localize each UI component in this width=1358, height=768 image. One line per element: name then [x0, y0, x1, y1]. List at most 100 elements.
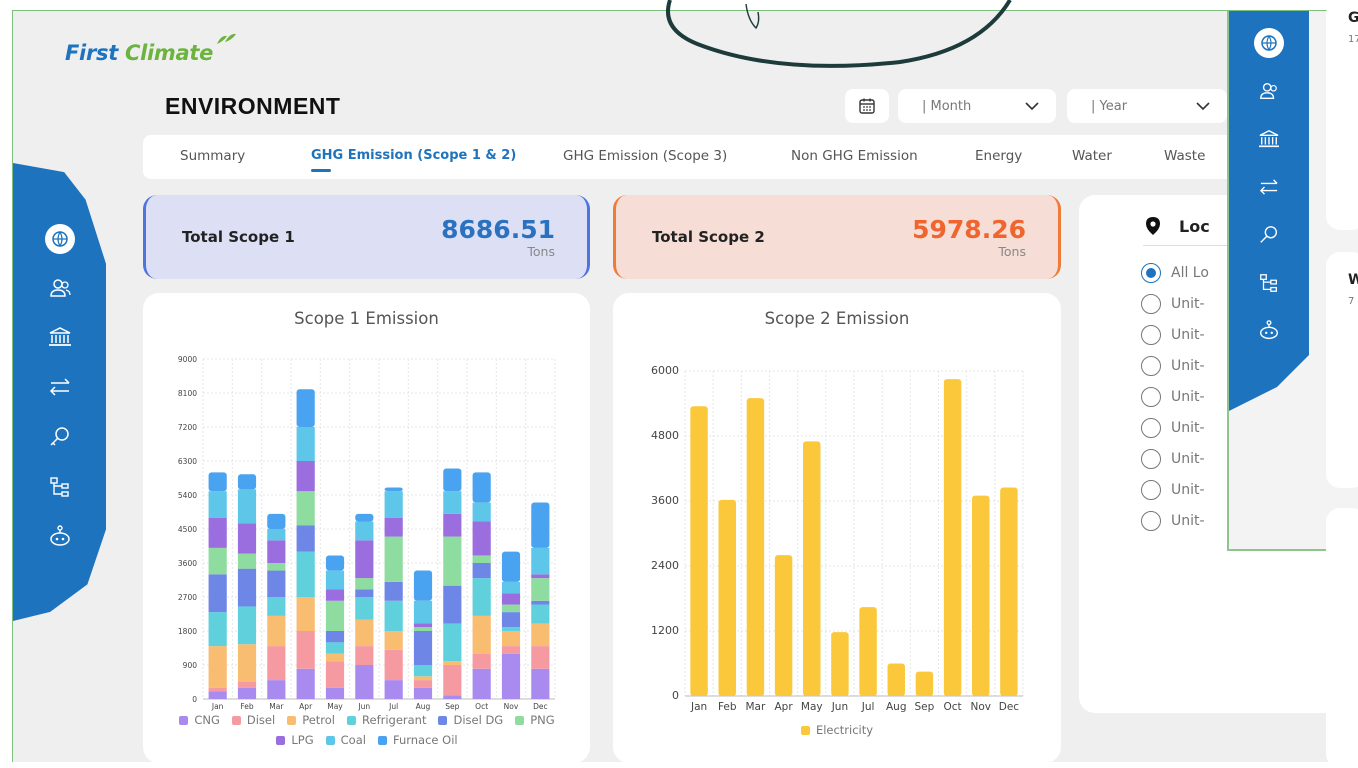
month-select[interactable]: | Month	[898, 89, 1056, 123]
bar-segment[interactable]	[531, 668, 550, 699]
bar-segment[interactable]	[472, 668, 491, 699]
bar-segment[interactable]	[208, 612, 227, 647]
leaf-key-icon[interactable]	[46, 423, 74, 451]
location-option[interactable]: All Lo	[1141, 263, 1209, 283]
bar-segment[interactable]	[413, 631, 433, 665]
bar-segment[interactable]	[267, 570, 286, 597]
year-select[interactable]: | Year	[1067, 89, 1227, 123]
bar-segment[interactable]	[831, 632, 849, 696]
bar-stack[interactable]	[887, 663, 905, 697]
bar-segment[interactable]	[208, 574, 227, 613]
bar-segment[interactable]	[443, 468, 462, 492]
radio-button[interactable]	[1141, 511, 1161, 531]
bar-segment[interactable]	[325, 687, 345, 699]
bar-segment[interactable]	[237, 606, 257, 645]
bar-segment[interactable]	[355, 513, 374, 522]
bar-segment[interactable]	[531, 547, 550, 575]
transfer-icon[interactable]	[46, 373, 74, 401]
bar-segment[interactable]	[472, 563, 491, 579]
bar-segment[interactable]	[384, 581, 403, 601]
bar-segment[interactable]	[355, 646, 374, 665]
bar-segment[interactable]	[443, 665, 462, 696]
bar-segment[interactable]	[237, 682, 257, 688]
bar-stack[interactable]	[237, 474, 257, 699]
bar-stack[interactable]	[531, 502, 550, 699]
bar-segment[interactable]	[413, 600, 433, 624]
bar-segment[interactable]	[531, 578, 550, 601]
bar-segment[interactable]	[237, 644, 257, 682]
legend-item[interactable]: Furnace Oil	[377, 733, 458, 747]
bar-stack[interactable]	[1000, 487, 1018, 696]
bar-segment[interactable]	[413, 627, 433, 631]
bar-segment[interactable]	[472, 653, 491, 669]
calendar-button[interactable]	[845, 89, 889, 123]
bar-segment[interactable]	[472, 521, 491, 556]
bar-segment[interactable]	[296, 427, 315, 461]
bar-segment[interactable]	[296, 389, 315, 427]
bar-stack[interactable]	[831, 632, 849, 696]
radio-button[interactable]	[1141, 387, 1161, 407]
bar-segment[interactable]	[690, 406, 708, 696]
legend-item[interactable]: Refrigerant	[347, 713, 426, 727]
bar-segment[interactable]	[384, 517, 403, 537]
building-icon[interactable]	[1255, 125, 1283, 153]
bar-segment[interactable]	[531, 646, 550, 669]
radio-button[interactable]	[1141, 449, 1161, 469]
bar-segment[interactable]	[384, 680, 403, 699]
legend-item[interactable]: Disel	[231, 713, 275, 727]
bar-stack[interactable]	[859, 607, 877, 696]
bar-segment[interactable]	[208, 687, 227, 692]
bar-stack[interactable]	[501, 551, 521, 699]
robot-icon[interactable]	[1255, 317, 1283, 345]
bar-segment[interactable]	[443, 585, 462, 624]
legend-item[interactable]: Coal	[325, 733, 366, 747]
legend-item[interactable]: CNG	[179, 713, 220, 727]
bar-segment[interactable]	[531, 574, 550, 579]
bar-segment[interactable]	[413, 665, 433, 677]
bar-segment[interactable]	[943, 379, 962, 696]
bar-segment[interactable]	[325, 555, 345, 571]
bar-segment[interactable]	[915, 671, 934, 696]
tab-summary[interactable]: Summary	[180, 148, 245, 164]
users-icon[interactable]	[1255, 77, 1283, 105]
bar-segment[interactable]	[237, 474, 257, 490]
bar-stack[interactable]	[972, 495, 990, 696]
legend-item[interactable]: Disel DG	[438, 713, 503, 727]
hierarchy-icon[interactable]	[46, 473, 74, 501]
bar-segment[interactable]	[237, 568, 257, 607]
bar-segment[interactable]	[296, 551, 315, 597]
bar-segment[interactable]	[267, 513, 286, 529]
bar-segment[interactable]	[325, 600, 345, 631]
bar-stack[interactable]	[746, 398, 765, 696]
bar-stack[interactable]	[355, 513, 374, 699]
bar-stack[interactable]	[413, 570, 433, 699]
bar-segment[interactable]	[718, 499, 736, 696]
bar-segment[interactable]	[267, 646, 286, 681]
bar-segment[interactable]	[413, 570, 433, 601]
bar-stack[interactable]	[443, 468, 462, 699]
bar-segment[interactable]	[443, 695, 462, 699]
bar-segment[interactable]	[208, 491, 227, 518]
building-icon[interactable]	[46, 323, 74, 351]
location-option[interactable]: Unit-	[1141, 511, 1205, 531]
transfer-icon[interactable]	[1255, 173, 1283, 201]
bar-segment[interactable]	[1000, 487, 1018, 696]
bar-segment[interactable]	[443, 536, 462, 586]
bar-segment[interactable]	[384, 631, 403, 650]
users-icon[interactable]	[46, 274, 74, 302]
bar-segment[interactable]	[472, 472, 491, 503]
legend-item[interactable]: Petrol	[287, 713, 335, 727]
bar-segment[interactable]	[774, 555, 793, 696]
tab-water[interactable]: Water	[1072, 148, 1112, 164]
bar-segment[interactable]	[296, 597, 315, 631]
bar-segment[interactable]	[296, 491, 315, 526]
bar-segment[interactable]	[355, 665, 374, 699]
location-option[interactable]: Unit-	[1141, 449, 1205, 469]
tab-non-ghg-emission[interactable]: Non GHG Emission	[791, 148, 918, 164]
bar-segment[interactable]	[501, 581, 521, 594]
bar-segment[interactable]	[384, 600, 403, 631]
bar-segment[interactable]	[531, 600, 550, 605]
bar-stack[interactable]	[915, 671, 934, 696]
tab-ghg-scope-3[interactable]: GHG Emission (Scope 3)	[563, 148, 727, 164]
tab-waste[interactable]: Waste	[1164, 148, 1205, 164]
